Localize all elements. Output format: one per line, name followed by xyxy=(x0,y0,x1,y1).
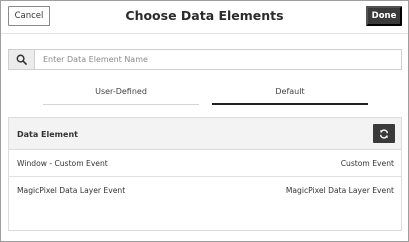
search-button[interactable] xyxy=(9,50,35,69)
search-icon xyxy=(16,54,27,65)
dialog-header: Cancel Choose Data Elements Done xyxy=(1,1,408,31)
tab-user-defined[interactable]: User-Defined xyxy=(43,87,199,105)
data-element-name: Window - Custom Event xyxy=(17,159,108,168)
choose-data-elements-dialog: Cancel Choose Data Elements Done User-De… xyxy=(0,0,409,242)
done-button[interactable]: Done xyxy=(366,6,402,26)
table-row[interactable]: Window - Custom Event Custom Event xyxy=(9,150,401,177)
refresh-button[interactable] xyxy=(373,124,395,143)
refresh-icon xyxy=(380,128,388,139)
tab-default-label: Default xyxy=(275,87,305,96)
table-header: Data Element xyxy=(9,118,401,150)
data-element-name: MagicPixel Data Layer Event xyxy=(17,186,126,195)
tab-user-defined-label: User-Defined xyxy=(95,87,147,96)
column-header-data-element: Data Element xyxy=(17,130,78,139)
data-elements-table: Data Element Window - Custom Event Custo… xyxy=(8,117,402,231)
search-bar xyxy=(8,49,402,70)
search-input[interactable] xyxy=(35,50,401,69)
data-element-type: Custom Event xyxy=(340,159,394,168)
data-element-type: MagicPixel Data Layer Event xyxy=(285,186,394,195)
table-row[interactable]: MagicPixel Data Layer Event MagicPixel D… xyxy=(9,177,401,204)
dialog-title: Choose Data Elements xyxy=(125,8,284,23)
header-divider xyxy=(1,33,408,34)
tab-default[interactable]: Default xyxy=(212,87,368,105)
